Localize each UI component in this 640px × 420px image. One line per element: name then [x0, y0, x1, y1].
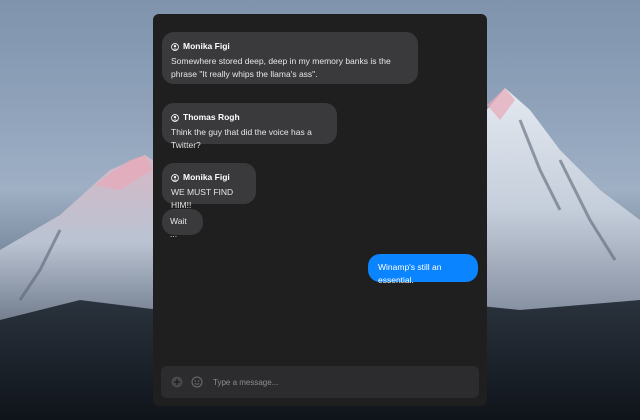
smiley-icon[interactable] [191, 376, 203, 388]
message-input[interactable] [213, 377, 453, 387]
message-author: Monika Figi [171, 40, 409, 53]
user-circle-icon [171, 42, 179, 51]
chat-window: Monika Figi Somewhere stored deep, deep … [153, 14, 487, 406]
message-composer [161, 366, 479, 398]
message-text: Winamp's still an essential. [378, 262, 442, 285]
message-text: Somewhere stored deep, deep in my memory… [171, 56, 391, 79]
message-author: Thomas Rogh [171, 111, 328, 124]
author-name: Monika Figi [183, 172, 230, 182]
message-bubble-outgoing: Winamp's still an essential. [368, 254, 478, 285]
user-circle-icon [171, 173, 179, 182]
author-name: Monika Figi [183, 41, 230, 51]
author-name: Thomas Rogh [183, 112, 240, 122]
message-bubble: Monika Figi WE MUST FIND HIM!! [162, 163, 256, 210]
message-text: Think the guy that did the voice has a T… [171, 127, 312, 150]
message-author: Monika Figi [171, 171, 247, 184]
message-bubble: Wait ... [162, 209, 203, 239]
message-bubble: Monika Figi Somewhere stored deep, deep … [162, 32, 418, 84]
user-circle-icon [171, 113, 179, 122]
message-bubble: Thomas Rogh Think the guy that did the v… [162, 103, 337, 150]
message-text: Wait ... [170, 216, 187, 239]
plus-circle-icon[interactable] [171, 376, 183, 388]
